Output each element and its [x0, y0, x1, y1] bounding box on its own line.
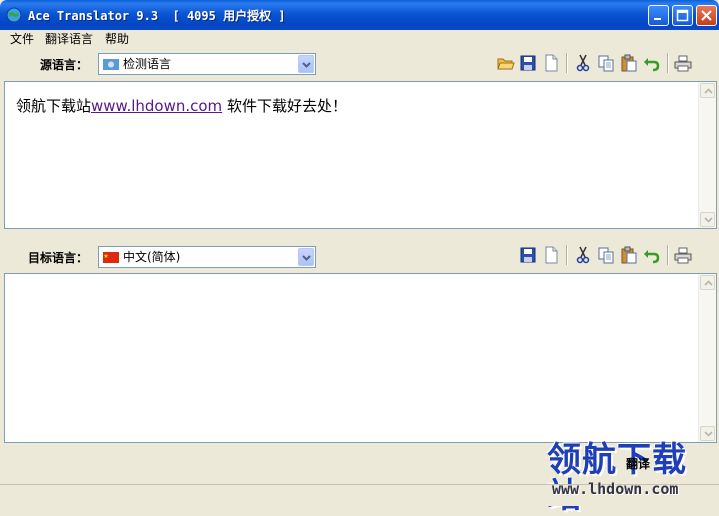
maximize-button[interactable] [672, 5, 693, 26]
source-text-area[interactable]: 领航下载站www.lhdown.com 软件下载好去处！ [4, 81, 717, 229]
title-bar[interactable]: Ace Translator 9.3 [ 4095 用户授权 ] [0, 0, 719, 30]
target-dropdown-button[interactable] [298, 248, 314, 266]
toolbar-separator [667, 53, 669, 73]
chevron-down-icon [704, 431, 713, 437]
menu-translate-language[interactable]: 翻译语言 [45, 31, 93, 47]
source-text-after: 软件下载好去处！ [222, 97, 347, 115]
source-toolbar: 源语言： 检测语言 [0, 49, 719, 79]
target-scrollbar[interactable] [698, 274, 716, 442]
window-title: Ace Translator 9.3 [ 4095 用户授权 ] [28, 9, 286, 23]
paste-icon[interactable] [620, 54, 638, 72]
source-language-select[interactable]: 检测语言 [98, 53, 316, 75]
toolbar-separator [667, 245, 669, 265]
menu-file[interactable]: 文件 [10, 31, 34, 47]
print-icon[interactable] [674, 54, 692, 72]
menu-bar: 文件 翻译语言 帮助 [0, 30, 719, 48]
new-document-icon[interactable] [542, 246, 560, 264]
save-icon[interactable] [519, 246, 537, 264]
source-link[interactable]: www.lhdown.com [91, 97, 222, 115]
target-language-value: 中文(简体) [123, 250, 181, 264]
save-icon[interactable] [519, 54, 537, 72]
china-flag-icon [103, 252, 119, 263]
chevron-down-icon [302, 255, 311, 261]
detect-language-flag-icon [103, 59, 119, 70]
source-scroll-down[interactable] [700, 212, 715, 227]
source-scrollbar[interactable] [698, 82, 716, 228]
copy-icon[interactable] [597, 54, 615, 72]
undo-icon[interactable] [643, 54, 661, 72]
open-folder-icon[interactable] [497, 54, 515, 72]
target-toolbar: 目标语言： 中文(简体) [0, 242, 719, 272]
target-scroll-up[interactable] [700, 275, 715, 290]
source-scroll-up[interactable] [700, 83, 715, 98]
target-language-label: 目标语言： [28, 251, 89, 265]
chevron-down-icon [302, 62, 311, 68]
watermark-url: www.lhdown.com [552, 480, 679, 498]
minimize-button[interactable] [648, 5, 669, 26]
close-icon [701, 10, 712, 21]
translate-button[interactable]: 翻译 [600, 453, 676, 475]
minimize-icon [654, 18, 661, 20]
new-document-icon[interactable] [542, 54, 560, 72]
app-globe-icon [6, 7, 22, 23]
source-language-label: 源语言： [40, 58, 89, 72]
target-scroll-down[interactable] [700, 426, 715, 441]
cut-icon[interactable] [574, 246, 592, 264]
chevron-up-icon [704, 280, 713, 286]
chevron-up-icon [704, 88, 713, 94]
paste-icon[interactable] [620, 246, 638, 264]
menu-help[interactable]: 帮助 [105, 31, 129, 47]
undo-icon[interactable] [643, 246, 661, 264]
source-text-content[interactable]: 领航下载站www.lhdown.com 软件下载好去处！ [16, 96, 347, 116]
chevron-down-icon [704, 217, 713, 223]
close-button[interactable] [696, 5, 717, 26]
target-text-area[interactable] [4, 273, 717, 443]
cut-icon[interactable] [574, 54, 592, 72]
toolbar-separator [566, 245, 568, 265]
target-language-select[interactable]: 中文(简体) [98, 246, 316, 268]
source-language-value: 检测语言 [123, 57, 172, 71]
copy-icon[interactable] [597, 246, 615, 264]
toolbar-separator [566, 53, 568, 73]
maximize-icon [676, 9, 689, 22]
source-text-before: 领航下载站 [16, 97, 92, 115]
print-icon[interactable] [674, 246, 692, 264]
source-dropdown-button[interactable] [298, 55, 314, 73]
